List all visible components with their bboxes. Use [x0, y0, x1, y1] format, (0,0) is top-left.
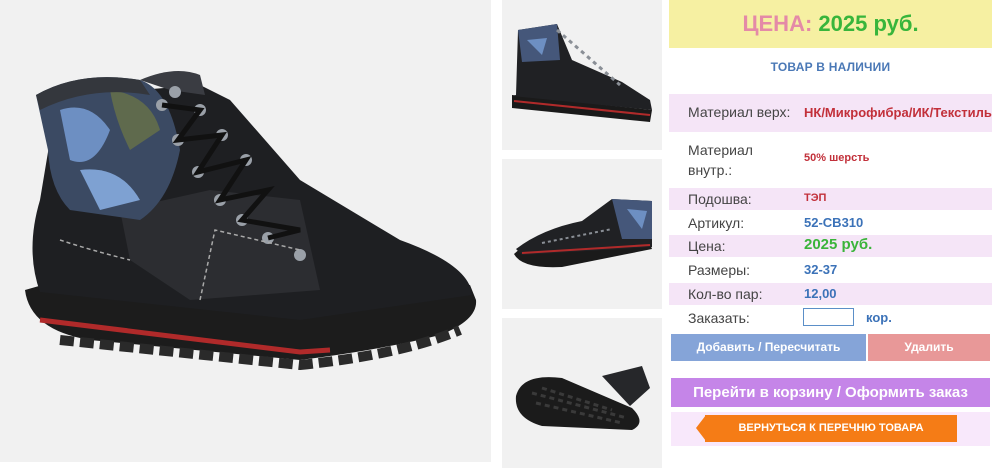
spec-row-price: Цена: 2025 руб. [669, 235, 992, 257]
spec-value: ТЭП [804, 192, 827, 204]
product-info-panel: ЦЕНА: 2025 руб. ТОВАР В НАЛИЧИИ Материал… [669, 0, 992, 462]
spec-row-sole: Подошва: ТЭП [669, 188, 992, 210]
spec-key: Артикул: [688, 215, 745, 231]
remove-button[interactable]: Удалить [868, 334, 990, 361]
order-quantity-input[interactable] [803, 308, 854, 326]
thumbnail-side-view[interactable] [502, 0, 662, 150]
boot-main-image [25, 71, 477, 371]
price-banner-label: ЦЕНА: [742, 11, 813, 36]
boot-side-view-image [512, 24, 652, 122]
boot-angle-view-image [514, 199, 652, 268]
spec-row-pairs: Кол-во пар: 12,00 [669, 283, 992, 305]
thumbnail-sole-view[interactable] [502, 318, 662, 468]
price-banner: ЦЕНА: 2025 руб. [669, 0, 992, 48]
thumbnail-angle-view[interactable] [502, 159, 662, 309]
spec-key: Материал верх: [688, 104, 791, 120]
spec-value: НК/Микрофибра/ИК/Текстиль [804, 105, 992, 120]
order-label: Заказать: [688, 310, 750, 326]
main-product-photo[interactable] [0, 0, 491, 462]
price-banner-value: 2025 руб. [818, 11, 919, 36]
stock-status: ТОВАР В НАЛИЧИИ [770, 60, 891, 74]
spec-key: Размеры: [688, 262, 751, 278]
go-to-cart-button[interactable]: Перейти в корзину / Оформить заказ [671, 378, 990, 407]
back-button-strip: ВЕРНУТЬСЯ К ПЕРЕЧНЮ ТОВАРА [671, 412, 990, 446]
spec-key: Цена: [688, 238, 726, 254]
spec-value: 50% шерсть [804, 152, 870, 164]
spec-row-material-inner: Материал внутр.: 50% шерсть [669, 138, 992, 182]
add-recalculate-button[interactable]: Добавить / Пересчитать [671, 334, 866, 361]
spec-row-material-upper: Материал верх: НК/Микрофибра/ИК/Текстиль [669, 94, 992, 132]
spec-key-line1: Материал [688, 142, 753, 158]
spec-row-sizes: Размеры: 32-37 [669, 259, 992, 281]
order-unit: кор. [866, 310, 892, 325]
spec-key: Подошва: [688, 191, 752, 207]
spec-value: 52-CB310 [804, 215, 864, 230]
spec-value: 12,00 [804, 286, 837, 301]
spec-row-article: Артикул: 52-CB310 [669, 212, 992, 234]
back-to-list-button[interactable]: ВЕРНУТЬСЯ К ПЕРЕЧНЮ ТОВАРА [705, 415, 957, 442]
spec-value: 2025 руб. [804, 236, 873, 253]
spec-key-line2: внутр.: [688, 162, 733, 178]
boot-sole-view-image [515, 366, 650, 430]
spec-value: 32-37 [804, 262, 838, 277]
spec-key: Кол-во пар: [688, 286, 763, 302]
